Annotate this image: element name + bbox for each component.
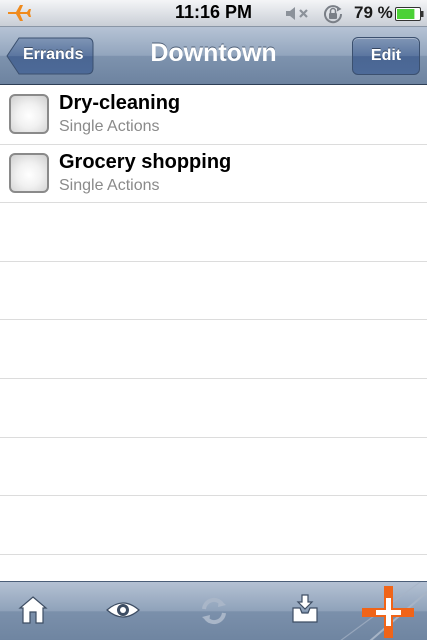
inbox-icon[interactable] [289,592,321,626]
empty-row [0,379,427,438]
list-item[interactable]: Dry-cleaning Single Actions [0,86,427,145]
add-icon[interactable] [362,586,414,638]
home-icon[interactable] [18,594,48,626]
list-item[interactable]: Grocery shopping Single Actions [0,145,427,204]
empty-row [0,555,427,581]
empty-row [0,496,427,555]
task-context: Single Actions [59,176,160,194]
bottom-toolbar [0,581,427,640]
task-checkbox[interactable] [9,152,49,193]
navigation-bar: Errands Downtown Edit [0,27,427,85]
status-bar: 11:16 PM 79 % [0,0,427,27]
empty-row [0,203,427,262]
mute-icon [286,7,308,20]
task-title: Grocery shopping [59,150,232,173]
battery-percent: 79 % [354,3,393,22]
task-checkbox[interactable] [9,94,49,134]
empty-row [0,262,427,321]
eye-icon[interactable] [105,598,141,622]
empty-row [0,320,427,379]
task-context: Single Actions [59,118,160,135]
sync-icon[interactable] [198,595,230,627]
rotation-lock-icon [324,5,343,24]
edit-button[interactable]: Edit [352,37,420,75]
battery-icon [395,7,424,21]
empty-row [0,438,427,497]
task-title: Dry-cleaning [59,92,181,114]
task-list: Dry-cleaning Single Actions Grocery shop… [0,86,427,581]
